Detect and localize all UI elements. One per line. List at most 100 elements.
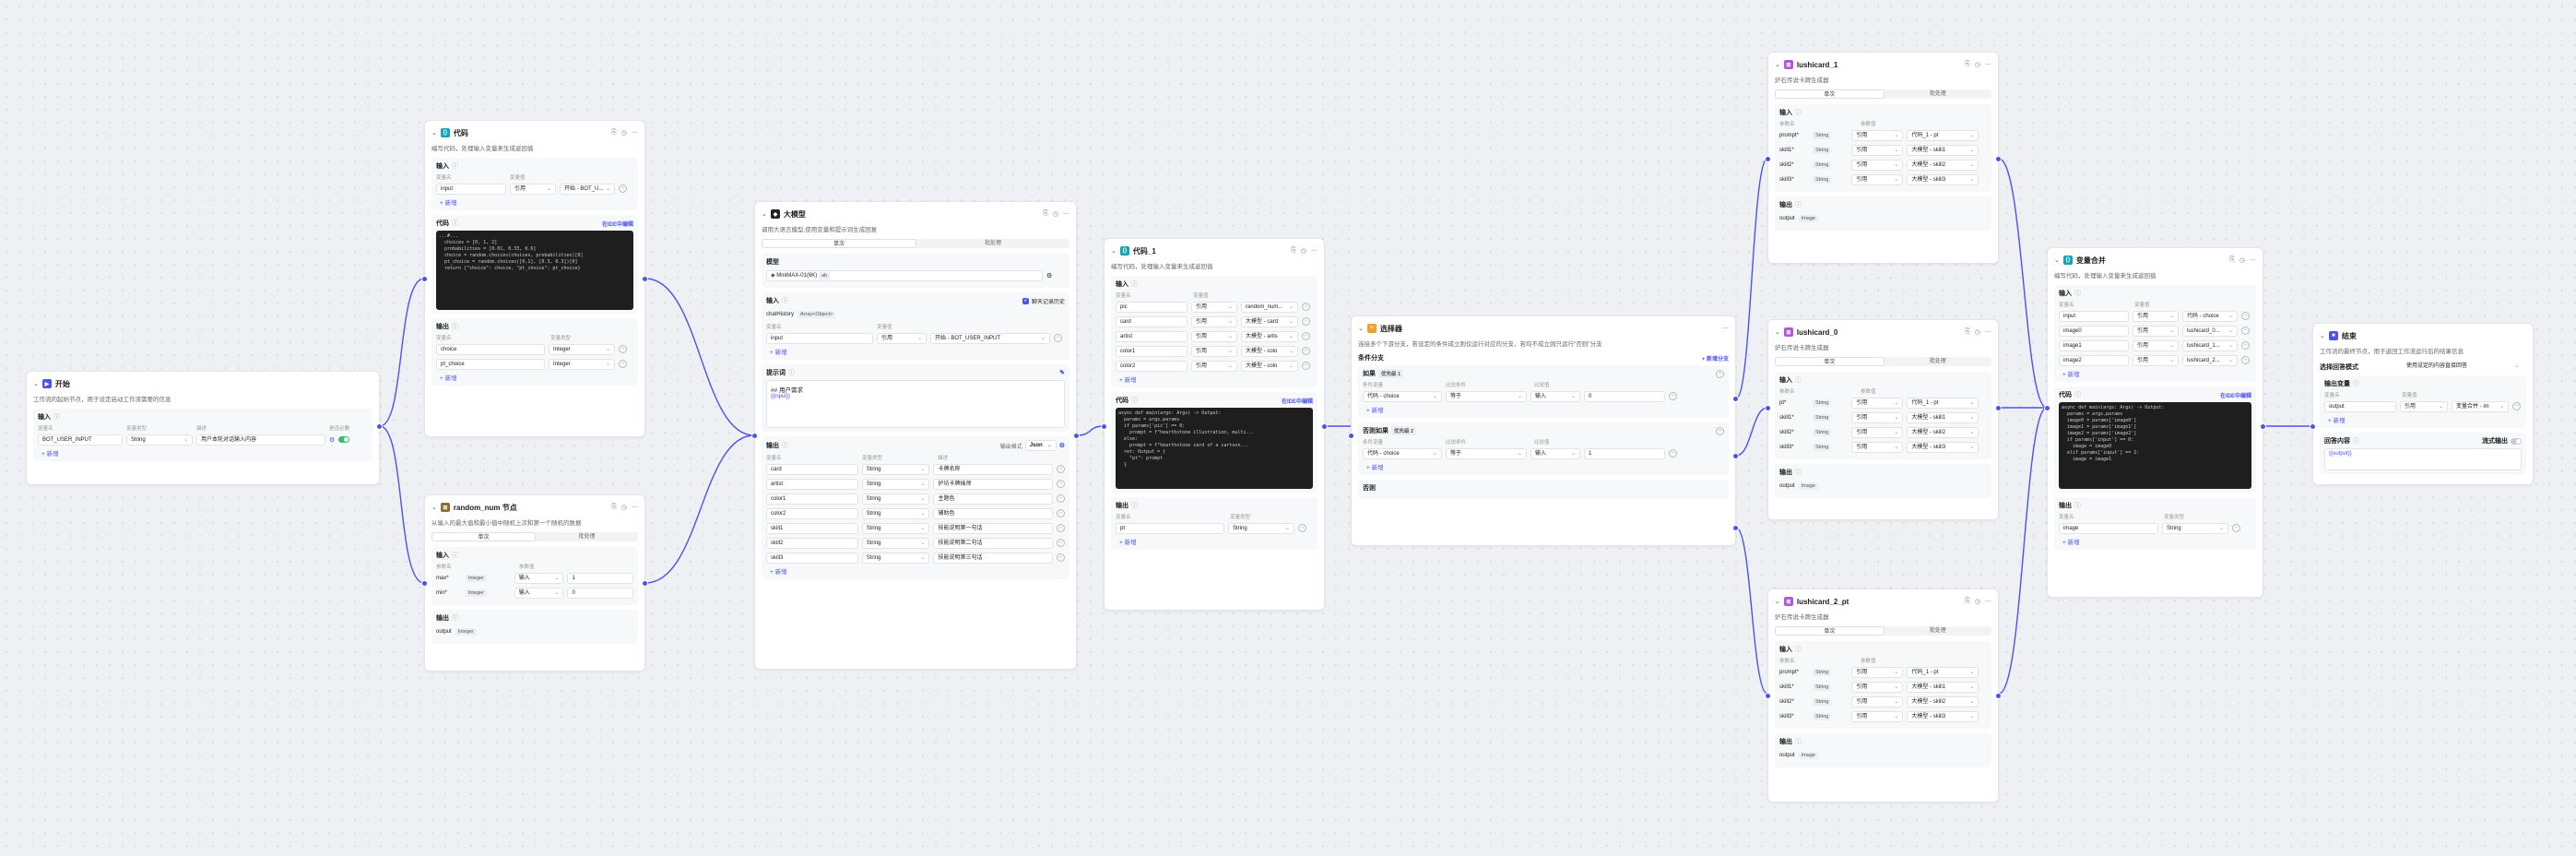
output-handle[interactable]: [1995, 405, 2002, 411]
collapse-icon[interactable]: ⌄: [33, 380, 39, 387]
out-type-select[interactable]: Integer: [549, 343, 615, 355]
settings-icon[interactable]: ⚙: [1046, 272, 1052, 279]
edit-in-ide-link[interactable]: 在IDE中编辑: [602, 220, 633, 228]
remove-icon[interactable]: −: [2241, 312, 2250, 320]
remove-icon[interactable]: −: [1302, 332, 1310, 340]
ref-select[interactable]: 引用: [510, 183, 556, 195]
tab-single[interactable]: 单次: [1775, 89, 1885, 99]
collapse-icon[interactable]: ⌄: [1775, 598, 1780, 605]
var-name-field[interactable]: card: [1116, 315, 1188, 327]
code-node[interactable]: ⌄{} 代码 ⎘ ◷ ⋯ 编写代码，处理输入变量来生成返回值 输入 ⓘ 变量名 变量值 in…: [421, 120, 648, 437]
ref-select[interactable]: 引用: [1191, 301, 1237, 313]
debug-icon[interactable]: ⎘: [611, 129, 617, 137]
ref-value-select[interactable]: random_num...: [1241, 301, 1298, 313]
remove-icon[interactable]: −: [1669, 392, 1677, 400]
param-value-select[interactable]: 大模型 - skill3: [1907, 173, 1979, 185]
mode-select[interactable]: 引用: [1851, 129, 1904, 141]
output-handle[interactable]: [1995, 693, 2002, 699]
out-desc-field[interactable]: 护坊卡牌插师: [933, 478, 1054, 490]
output-format-select[interactable]: Json: [1024, 440, 1057, 451]
lushicard-1-node[interactable]: ⌄ ⊞ lushicard_1 ⎘ ◷ ⋯ 炉石传说卡牌生成器 单次 批处理 输入 ⓘ 参数名…: [1765, 52, 2002, 264]
collapse-icon[interactable]: ⌄: [2320, 332, 2325, 339]
var-name-field[interactable]: artist: [1116, 330, 1188, 342]
run-icon[interactable]: ◷: [621, 504, 627, 511]
out-desc-field[interactable]: 技能说明第二句话: [933, 537, 1054, 549]
remove-icon[interactable]: −: [619, 360, 627, 368]
input-handle[interactable]: [1765, 156, 1771, 162]
more-icon[interactable]: ⋯: [2250, 256, 2256, 264]
add-button[interactable]: + 新增: [1366, 462, 1724, 471]
remove-icon[interactable]: −: [2241, 327, 2250, 335]
input-handle[interactable]: [1348, 433, 1354, 439]
tab-batch[interactable]: 批处理: [1885, 357, 1992, 366]
add-button[interactable]: + 新增: [1119, 537, 1313, 546]
ref-select[interactable]: 引用: [2133, 310, 2179, 322]
add-button[interactable]: + 新增: [770, 347, 1065, 356]
run-icon[interactable]: ◷: [1975, 328, 1980, 336]
model-select[interactable]: ◈ MiniMAX-01(6K) ab: [766, 269, 1043, 281]
out-desc-field[interactable]: 辅助色: [933, 507, 1054, 519]
param-value-select[interactable]: 大模型 - skill2: [1907, 696, 1979, 707]
more-icon[interactable]: ⋯: [1985, 61, 1991, 68]
remove-icon[interactable]: −: [1057, 553, 1065, 562]
condition-var-select[interactable]: 代码 - choice: [1363, 447, 1442, 459]
run-icon[interactable]: ◷: [2239, 256, 2245, 264]
mode-select[interactable]: 引用: [1851, 426, 1904, 438]
out-desc-field[interactable]: 卡牌名称: [933, 463, 1054, 475]
ref-select[interactable]: 引用: [2133, 325, 2179, 337]
edit-in-ide-link[interactable]: 在IDE中编辑: [2220, 391, 2251, 399]
out-name-field[interactable]: pt_choice: [436, 358, 545, 370]
output-handle[interactable]: [376, 423, 383, 430]
ref-select[interactable]: 引用: [877, 332, 927, 344]
remove-icon[interactable]: −: [1298, 524, 1306, 532]
start-node[interactable]: ⌄ ▶ 开始 工作流的起始节点，用于设定启动工作流需要的信息 输入 ⓘ 变量名 变量类型…: [26, 371, 383, 485]
code-editor[interactable]: async def main(args: Args) -> Output: pa…: [1116, 408, 1313, 489]
ref-select[interactable]: 引用: [1191, 345, 1237, 357]
var-name-field[interactable]: color2: [1116, 360, 1188, 372]
collapse-icon[interactable]: ⌄: [2054, 256, 2060, 264]
lushicard-0-node[interactable]: ⌄ ⊞ lushicard_0 ⎘ ◷ ⋯ 炉石传说卡牌生成器 单次 批处理 输入 ⓘ 参数名…: [1765, 319, 2002, 520]
chat-history-checkbox[interactable]: ✓: [1022, 297, 1029, 304]
out-type-select[interactable]: String: [861, 493, 930, 505]
var-name-field[interactable]: color1: [1116, 345, 1188, 357]
out-type-select[interactable]: String: [861, 537, 930, 549]
code-editor[interactable]: async def main(args: Args) -> Output: pa…: [2059, 402, 2251, 489]
ref-value-select[interactable]: 大模型 - colo: [1241, 360, 1298, 372]
ref-value-select[interactable]: 变量合并 - im: [2452, 400, 2509, 412]
param-value-select[interactable]: 大模型 - skill2: [1907, 159, 1979, 171]
run-icon[interactable]: ◷: [621, 129, 627, 137]
mode-select[interactable]: 引用: [1851, 173, 1904, 185]
ref-select[interactable]: 引用: [2133, 339, 2179, 351]
ref-select[interactable]: 引用: [2400, 400, 2448, 412]
ref-value-select[interactable]: 开始 - BOT_USER_INPUT: [930, 332, 1050, 344]
remove-icon[interactable]: −: [1669, 449, 1677, 458]
more-icon[interactable]: ⋯: [1722, 325, 1729, 332]
param-value-select[interactable]: 代码_1 - pt: [1907, 397, 1979, 409]
mode-select[interactable]: 引用: [1851, 681, 1904, 693]
reply-editor[interactable]: {{output}}: [2324, 448, 2522, 470]
param-value-select[interactable]: 大模型 - skill1: [1907, 411, 1979, 423]
input-handle[interactable]: [2044, 405, 2050, 411]
output-handle[interactable]: [642, 276, 648, 282]
out-name-field[interactable]: artist: [766, 478, 858, 490]
collapse-icon[interactable]: ⌄: [1358, 325, 1364, 332]
remove-icon[interactable]: −: [1057, 509, 1065, 517]
remove-icon[interactable]: −: [1057, 494, 1065, 503]
out-name-field[interactable]: color2: [766, 507, 858, 519]
mode-select[interactable]: 引用: [1851, 397, 1904, 409]
debug-icon[interactable]: ⎘: [1965, 328, 1970, 336]
mode-select[interactable]: 引用: [1851, 411, 1904, 423]
param-value-field[interactable]: 1: [567, 572, 633, 584]
remove-icon[interactable]: −: [1716, 369, 1724, 378]
mode-select[interactable]: 输入: [1530, 390, 1580, 402]
output-handle[interactable]: [1073, 433, 1080, 439]
else-output-handle[interactable]: [1732, 525, 1739, 531]
settings-icon[interactable]: ⚙: [329, 436, 335, 444]
mode-select[interactable]: 引用: [1851, 441, 1904, 453]
remove-icon[interactable]: −: [2232, 524, 2240, 532]
add-button[interactable]: + 新增: [2062, 537, 2251, 546]
remove-icon[interactable]: −: [2241, 356, 2250, 364]
ref-value-select[interactable]: lushicard_1...: [2182, 339, 2238, 351]
input-handle[interactable]: [1765, 693, 1771, 699]
edit-in-ide-link[interactable]: 在IDE中编辑: [1282, 397, 1313, 405]
